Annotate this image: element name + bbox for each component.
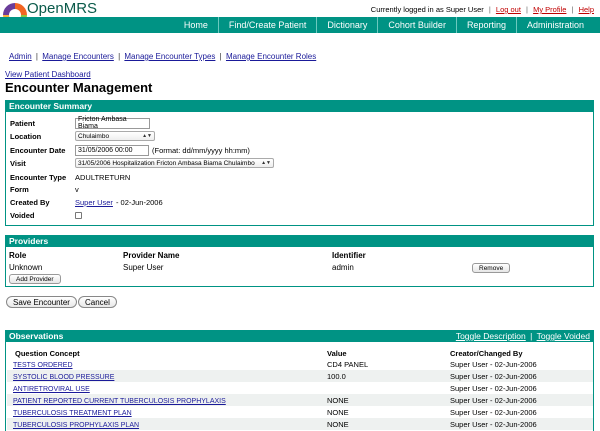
submenu-manage-encounters[interactable]: Manage Encounters (42, 52, 114, 61)
providers-col-identifier: Identifier (332, 251, 366, 260)
voided-checkbox[interactable] (75, 211, 82, 219)
provider-role: Unknown (9, 263, 43, 272)
obs-concept-link[interactable]: SYSTOLIC BLOOD PRESSURE (13, 374, 114, 381)
nav-cohort-builder[interactable]: Cohort Builder (377, 17, 456, 33)
nav-home[interactable]: Home (174, 17, 218, 33)
remove-provider-button[interactable]: Remove (472, 263, 511, 273)
chevron-updown-icon: ▲▼ (261, 160, 271, 166)
created-by-label: Created By (10, 197, 50, 207)
providers-col-name: Provider Name (123, 251, 180, 260)
obs-value: NONE (327, 420, 349, 429)
main-nav: Home Find/Create Patient Dictionary Coho… (0, 17, 600, 33)
observations-panel: Observations Toggle Description | Toggle… (5, 330, 594, 431)
help-link[interactable]: Help (579, 5, 594, 14)
encounter-type-value: ADULTRETURN (75, 172, 131, 182)
obs-creator: Super User - 02-Jun-2006 (450, 384, 537, 393)
obs-creator: Super User - 02-Jun-2006 (450, 408, 537, 417)
obs-creator: Super User - 02-Jun-2006 (450, 420, 537, 429)
encounter-date-value: 31/05/2006 00:00 (78, 146, 133, 154)
providers-heading: Providers (6, 236, 593, 247)
obs-row: TESTS ORDERED CD4 PANEL Super User - 02-… (7, 358, 593, 370)
save-encounter-button[interactable]: Save Encounter (6, 296, 77, 308)
location-select-value: Chulaimbo (78, 132, 110, 140)
visit-label: Visit (10, 158, 26, 168)
encounter-type-label: Encounter Type (10, 172, 67, 182)
logout-link[interactable]: Log out (496, 5, 521, 14)
obs-row: SYSTOLIC BLOOD PRESSURE 100.0 Super User… (7, 370, 593, 382)
observations-title: Observations (9, 331, 64, 341)
visit-select[interactable]: 31/05/2006 Hospitalization Fricton Ambas… (75, 158, 274, 168)
created-by-row: Created By Super User - 02-Jun-2006 (10, 196, 163, 208)
form-value: v (75, 184, 79, 194)
add-provider-button[interactable]: Add Provider (9, 274, 61, 284)
submenu-manage-encounter-roles[interactable]: Manage Encounter Roles (226, 52, 316, 61)
location-label: Location (10, 131, 42, 141)
encounter-summary-panel: Encounter Summary Patient Fricton Ambasa… (5, 100, 594, 226)
obs-concept-link[interactable]: TUBERCULOSIS TREATMENT PLAN (13, 410, 132, 417)
providers-panel: Providers Role Provider Name Identifier … (5, 235, 594, 287)
cancel-button[interactable]: Cancel (78, 296, 117, 308)
toggle-voided-link[interactable]: Toggle Voided (537, 331, 590, 341)
voided-label: Voided (10, 210, 35, 220)
patient-row: Patient Fricton Ambasa Biama (10, 116, 150, 130)
visit-row: Visit 31/05/2006 Hospitalization Fricton… (10, 157, 274, 169)
chevron-updown-icon: ▲▼ (142, 133, 152, 139)
obs-concept-link[interactable]: ANTIRETROVIRAL USE (13, 386, 90, 393)
encounter-type-row: Encounter Type ADULTRETURN (10, 171, 130, 183)
admin-submenu: Admin | Manage Encounters | Manage Encou… (9, 52, 317, 61)
created-date: - 02-Jun-2006 (115, 197, 163, 207)
submenu-manage-encounter-types[interactable]: Manage Encounter Types (124, 52, 215, 61)
obs-col-value: Value (327, 349, 347, 358)
nav-find-create-patient[interactable]: Find/Create Patient (217, 17, 317, 33)
obs-creator: Super User - 02-Jun-2006 (450, 396, 537, 405)
obs-concept-link[interactable]: TUBERCULOSIS PROPHYLAXIS PLAN (13, 422, 139, 429)
app-header: OpenMRS Currently logged in as Super Use… (0, 0, 600, 34)
provider-identifier: admin (332, 263, 354, 272)
obs-col-concept: Question Concept (15, 349, 80, 358)
user-bar: Currently logged in as Super User | Log … (370, 5, 594, 14)
patient-input[interactable]: Fricton Ambasa Biama (75, 116, 150, 130)
observations-toggles: Toggle Description | Toggle Voided (455, 331, 590, 341)
observations-heading: Observations Toggle Description | Toggle… (6, 331, 593, 342)
obs-concept-link[interactable]: TESTS ORDERED (13, 362, 73, 369)
obs-col-creator: Creator/Changed By (450, 349, 523, 358)
page-title: Encounter Management (5, 80, 153, 95)
patient-label: Patient (10, 118, 36, 128)
location-row: Location Chulaimbo ▲▼ (10, 130, 155, 142)
submenu-admin[interactable]: Admin (9, 52, 32, 61)
obs-concept-link[interactable]: PATIENT REPORTED CURRENT TUBERCULOSIS PR… (13, 398, 226, 405)
my-profile-link[interactable]: My Profile (533, 5, 566, 14)
nav-reporting[interactable]: Reporting (455, 17, 516, 33)
obs-row: ANTIRETROVIRAL USE Super User - 02-Jun-2… (7, 382, 593, 394)
voided-row: Voided (10, 209, 82, 221)
encounter-summary-heading: Encounter Summary (6, 101, 593, 112)
view-patient-dashboard-link[interactable]: View Patient Dashboard (5, 70, 91, 79)
nav-dictionary[interactable]: Dictionary (316, 17, 377, 33)
encounter-date-row: Encounter Date 31/05/2006 00:00 (Format:… (10, 144, 250, 156)
form-label: Form (10, 184, 29, 194)
visit-select-value: 31/05/2006 Hospitalization Fricton Ambas… (78, 159, 255, 167)
obs-value: NONE (327, 408, 349, 417)
brand-name: OpenMRS (27, 0, 98, 17)
created-by-user-link[interactable]: Super User (75, 198, 113, 207)
logged-in-text: Currently logged in as Super User (370, 5, 484, 14)
obs-row: TUBERCULOSIS TREATMENT PLAN NONE Super U… (7, 406, 593, 418)
nav-administration[interactable]: Administration (515, 17, 594, 33)
location-select[interactable]: Chulaimbo ▲▼ (75, 131, 155, 141)
providers-col-role: Role (9, 251, 27, 260)
encounter-date-input[interactable]: 31/05/2006 00:00 (75, 144, 149, 156)
obs-value: NONE (327, 396, 349, 405)
encounter-date-label: Encounter Date (10, 145, 66, 155)
patient-input-value: Fricton Ambasa Biama (78, 116, 127, 130)
form-row: Form v (10, 183, 79, 195)
obs-creator: Super User - 02-Jun-2006 (450, 360, 537, 369)
obs-row: TUBERCULOSIS PROPHYLAXIS PLAN NONE Super… (7, 418, 593, 430)
obs-row: PATIENT REPORTED CURRENT TUBERCULOSIS PR… (7, 394, 593, 406)
obs-creator: Super User - 02-Jun-2006 (450, 372, 537, 381)
obs-value: CD4 PANEL (327, 360, 369, 369)
obs-value: 100.0 (327, 372, 346, 381)
provider-name: Super User (123, 263, 164, 272)
date-format-hint: (Format: dd/mm/yyyy hh:mm) (152, 145, 250, 155)
toggle-description-link[interactable]: Toggle Description (456, 331, 526, 341)
